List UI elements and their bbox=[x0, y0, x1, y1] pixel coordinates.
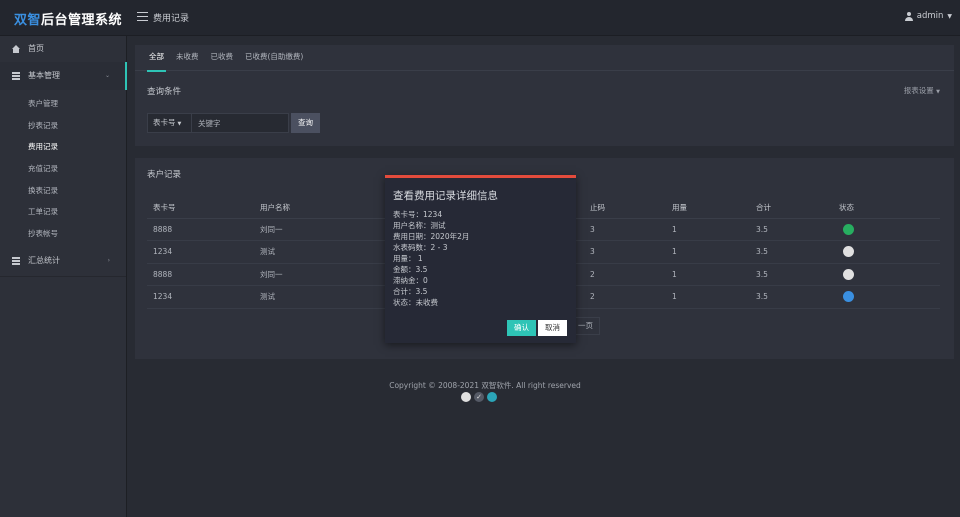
detail-user: 用户名称：测试 bbox=[393, 221, 446, 230]
query-panel: 全部 未收费 已收费 已收费(自助缴费) 查询条件 报表设置 ▼ 表卡号▼ 查询 bbox=[135, 45, 954, 146]
col-end: 止码 bbox=[584, 197, 666, 219]
cell-end: 2 bbox=[584, 263, 666, 286]
user-menu[interactable]: admin ▼ bbox=[904, 11, 952, 21]
detail-usage: 用量： 1 bbox=[393, 254, 423, 263]
footer-copyright: Copyright © 2008-2021 双智软件. All right re… bbox=[389, 381, 581, 390]
cell-name: 测试 bbox=[254, 285, 364, 309]
cell-name: 刘同一 bbox=[254, 218, 364, 241]
logo-brand: 双智 bbox=[14, 13, 42, 28]
cell-end: 2 bbox=[584, 285, 666, 309]
cell-total: 3.5 bbox=[750, 285, 833, 309]
detail-reading: 水表码数：2 - 3 bbox=[393, 243, 448, 252]
query-title: 查询条件 bbox=[147, 87, 182, 97]
app-logo[interactable]: 双智后台管理系统 bbox=[14, 9, 122, 28]
status-dot-icon bbox=[843, 291, 854, 303]
chevron-down-icon: ⌄ bbox=[104, 72, 110, 79]
chevron-down-icon: ▼ bbox=[947, 12, 952, 20]
cell-usage: 1 bbox=[666, 263, 750, 286]
sidebar-item-label: 基本管理 bbox=[28, 71, 60, 80]
confirm-button[interactable]: 确认 bbox=[507, 320, 536, 336]
detail-late-fee: 滞纳金：0 bbox=[393, 276, 428, 285]
sidebar: 首页 基本管理 ⌄ 表户管理 抄表记录 费用记录 充值记录 换表记录 工单记录 … bbox=[0, 36, 127, 517]
col-status: 状态 bbox=[833, 197, 940, 219]
cell-name: 刘同一 bbox=[254, 263, 364, 286]
chevron-down-icon: ▼ bbox=[177, 121, 182, 127]
list-icon bbox=[12, 256, 20, 265]
status-dot-icon bbox=[843, 268, 854, 280]
search-row: 表卡号▼ 查询 bbox=[147, 113, 320, 133]
globe-icon[interactable] bbox=[487, 392, 497, 402]
sidebar-item-label: 首页 bbox=[28, 44, 44, 53]
report-settings-label: 报表设置 bbox=[903, 86, 934, 95]
cell-end: 3 bbox=[584, 240, 666, 264]
detail-total: 合计：3.5 bbox=[393, 287, 428, 296]
sidebar-item-summary[interactable]: 汇总统计 › bbox=[0, 248, 126, 274]
cell-total: 3.5 bbox=[750, 263, 833, 286]
detail-date: 费用日期：2020年2月 bbox=[393, 232, 470, 241]
chevron-right-icon: › bbox=[107, 256, 110, 264]
cell-name: 测试 bbox=[254, 240, 364, 264]
user-name: admin bbox=[916, 11, 944, 21]
detail-status: 状态：未收费 bbox=[393, 298, 438, 307]
circle-icon[interactable] bbox=[461, 392, 471, 402]
sidebar-subitem-meter-users[interactable]: 表户管理 bbox=[0, 93, 126, 115]
sidebar-submenu: 表户管理 抄表记录 费用记录 充值记录 换表记录 工单记录 抄表帐号 bbox=[0, 90, 126, 248]
fee-detail-modal: 查看费用记录详细信息 表卡号：1234 用户名称：测试 费用日期：2020年2月… bbox=[385, 175, 576, 343]
home-icon bbox=[12, 45, 20, 53]
tab-self-paid[interactable]: 已收费(自助缴费) bbox=[239, 45, 309, 70]
cell-total: 3.5 bbox=[750, 218, 833, 241]
search-field-select[interactable]: 表卡号 ▼ bbox=[147, 113, 192, 133]
sidebar-subitem-replace[interactable]: 换表记录 bbox=[0, 180, 126, 202]
cell-card: 8888 bbox=[147, 218, 254, 241]
cell-usage: 1 bbox=[666, 240, 750, 264]
detail-amount: 金额：3.5 bbox=[393, 265, 428, 274]
sidebar-item-basic[interactable]: 基本管理 ⌄ bbox=[0, 62, 127, 90]
breadcrumb: 费用记录 bbox=[153, 14, 190, 24]
top-header: 双智后台管理系统 费用记录 admin ▼ bbox=[0, 0, 960, 36]
col-total: 合计 bbox=[750, 197, 833, 219]
detail-card: 表卡号：1234 bbox=[393, 210, 443, 219]
tab-all[interactable]: 全部 bbox=[143, 45, 170, 72]
sidebar-subitem-accounts[interactable]: 抄表帐号 bbox=[0, 223, 126, 245]
sidebar-item-label: 汇总统计 bbox=[28, 255, 60, 265]
cell-usage: 1 bbox=[666, 218, 750, 241]
list-icon bbox=[12, 72, 20, 80]
sidebar-subitem-fees[interactable]: 费用记录 bbox=[0, 136, 126, 158]
tab-unpaid[interactable]: 未收费 bbox=[170, 45, 205, 70]
cell-card: 1234 bbox=[147, 285, 254, 309]
footer-icons: ✓ bbox=[461, 392, 497, 402]
modal-title: 查看费用记录详细信息 bbox=[393, 190, 498, 202]
report-settings-dropdown[interactable]: 报表设置 ▼ bbox=[904, 85, 940, 96]
user-icon bbox=[904, 11, 913, 21]
menu-toggle-icon[interactable] bbox=[137, 12, 148, 21]
tab-paid[interactable]: 已收费 bbox=[205, 45, 240, 70]
sidebar-subitem-reading[interactable]: 抄表记录 bbox=[0, 115, 126, 137]
cell-total: 3.5 bbox=[750, 240, 833, 264]
records-title: 表户记录 bbox=[147, 170, 182, 180]
col-card: 表卡号 bbox=[147, 197, 254, 219]
modal-body: 表卡号：1234 用户名称：测试 费用日期：2020年2月 水表码数：2 - 3… bbox=[393, 209, 469, 308]
cancel-button[interactable]: 取消 bbox=[538, 320, 567, 336]
divider bbox=[0, 275, 126, 277]
status-dot-icon bbox=[843, 223, 854, 235]
sidebar-item-home[interactable]: 首页 bbox=[0, 36, 126, 62]
cell-end: 3 bbox=[584, 218, 666, 241]
chevron-down-icon: ▼ bbox=[936, 89, 940, 95]
active-indicator bbox=[125, 62, 127, 90]
keyword-input[interactable] bbox=[192, 113, 289, 133]
status-dot-icon bbox=[843, 246, 854, 258]
select-value: 表卡号 bbox=[153, 118, 176, 127]
sidebar-subitem-recharge[interactable]: 充值记录 bbox=[0, 158, 126, 180]
logo-title: 后台管理系统 bbox=[41, 13, 123, 28]
search-button[interactable]: 查询 bbox=[291, 113, 320, 133]
cell-card: 1234 bbox=[147, 240, 254, 264]
check-icon[interactable]: ✓ bbox=[474, 392, 484, 402]
cell-card: 8888 bbox=[147, 263, 254, 286]
cell-usage: 1 bbox=[666, 285, 750, 309]
tab-bar: 全部 未收费 已收费 已收费(自助缴费) bbox=[135, 45, 954, 72]
sidebar-subitem-workorder[interactable]: 工单记录 bbox=[0, 201, 126, 223]
col-usage: 用量 bbox=[666, 197, 750, 219]
col-name: 用户名称 bbox=[254, 197, 364, 219]
